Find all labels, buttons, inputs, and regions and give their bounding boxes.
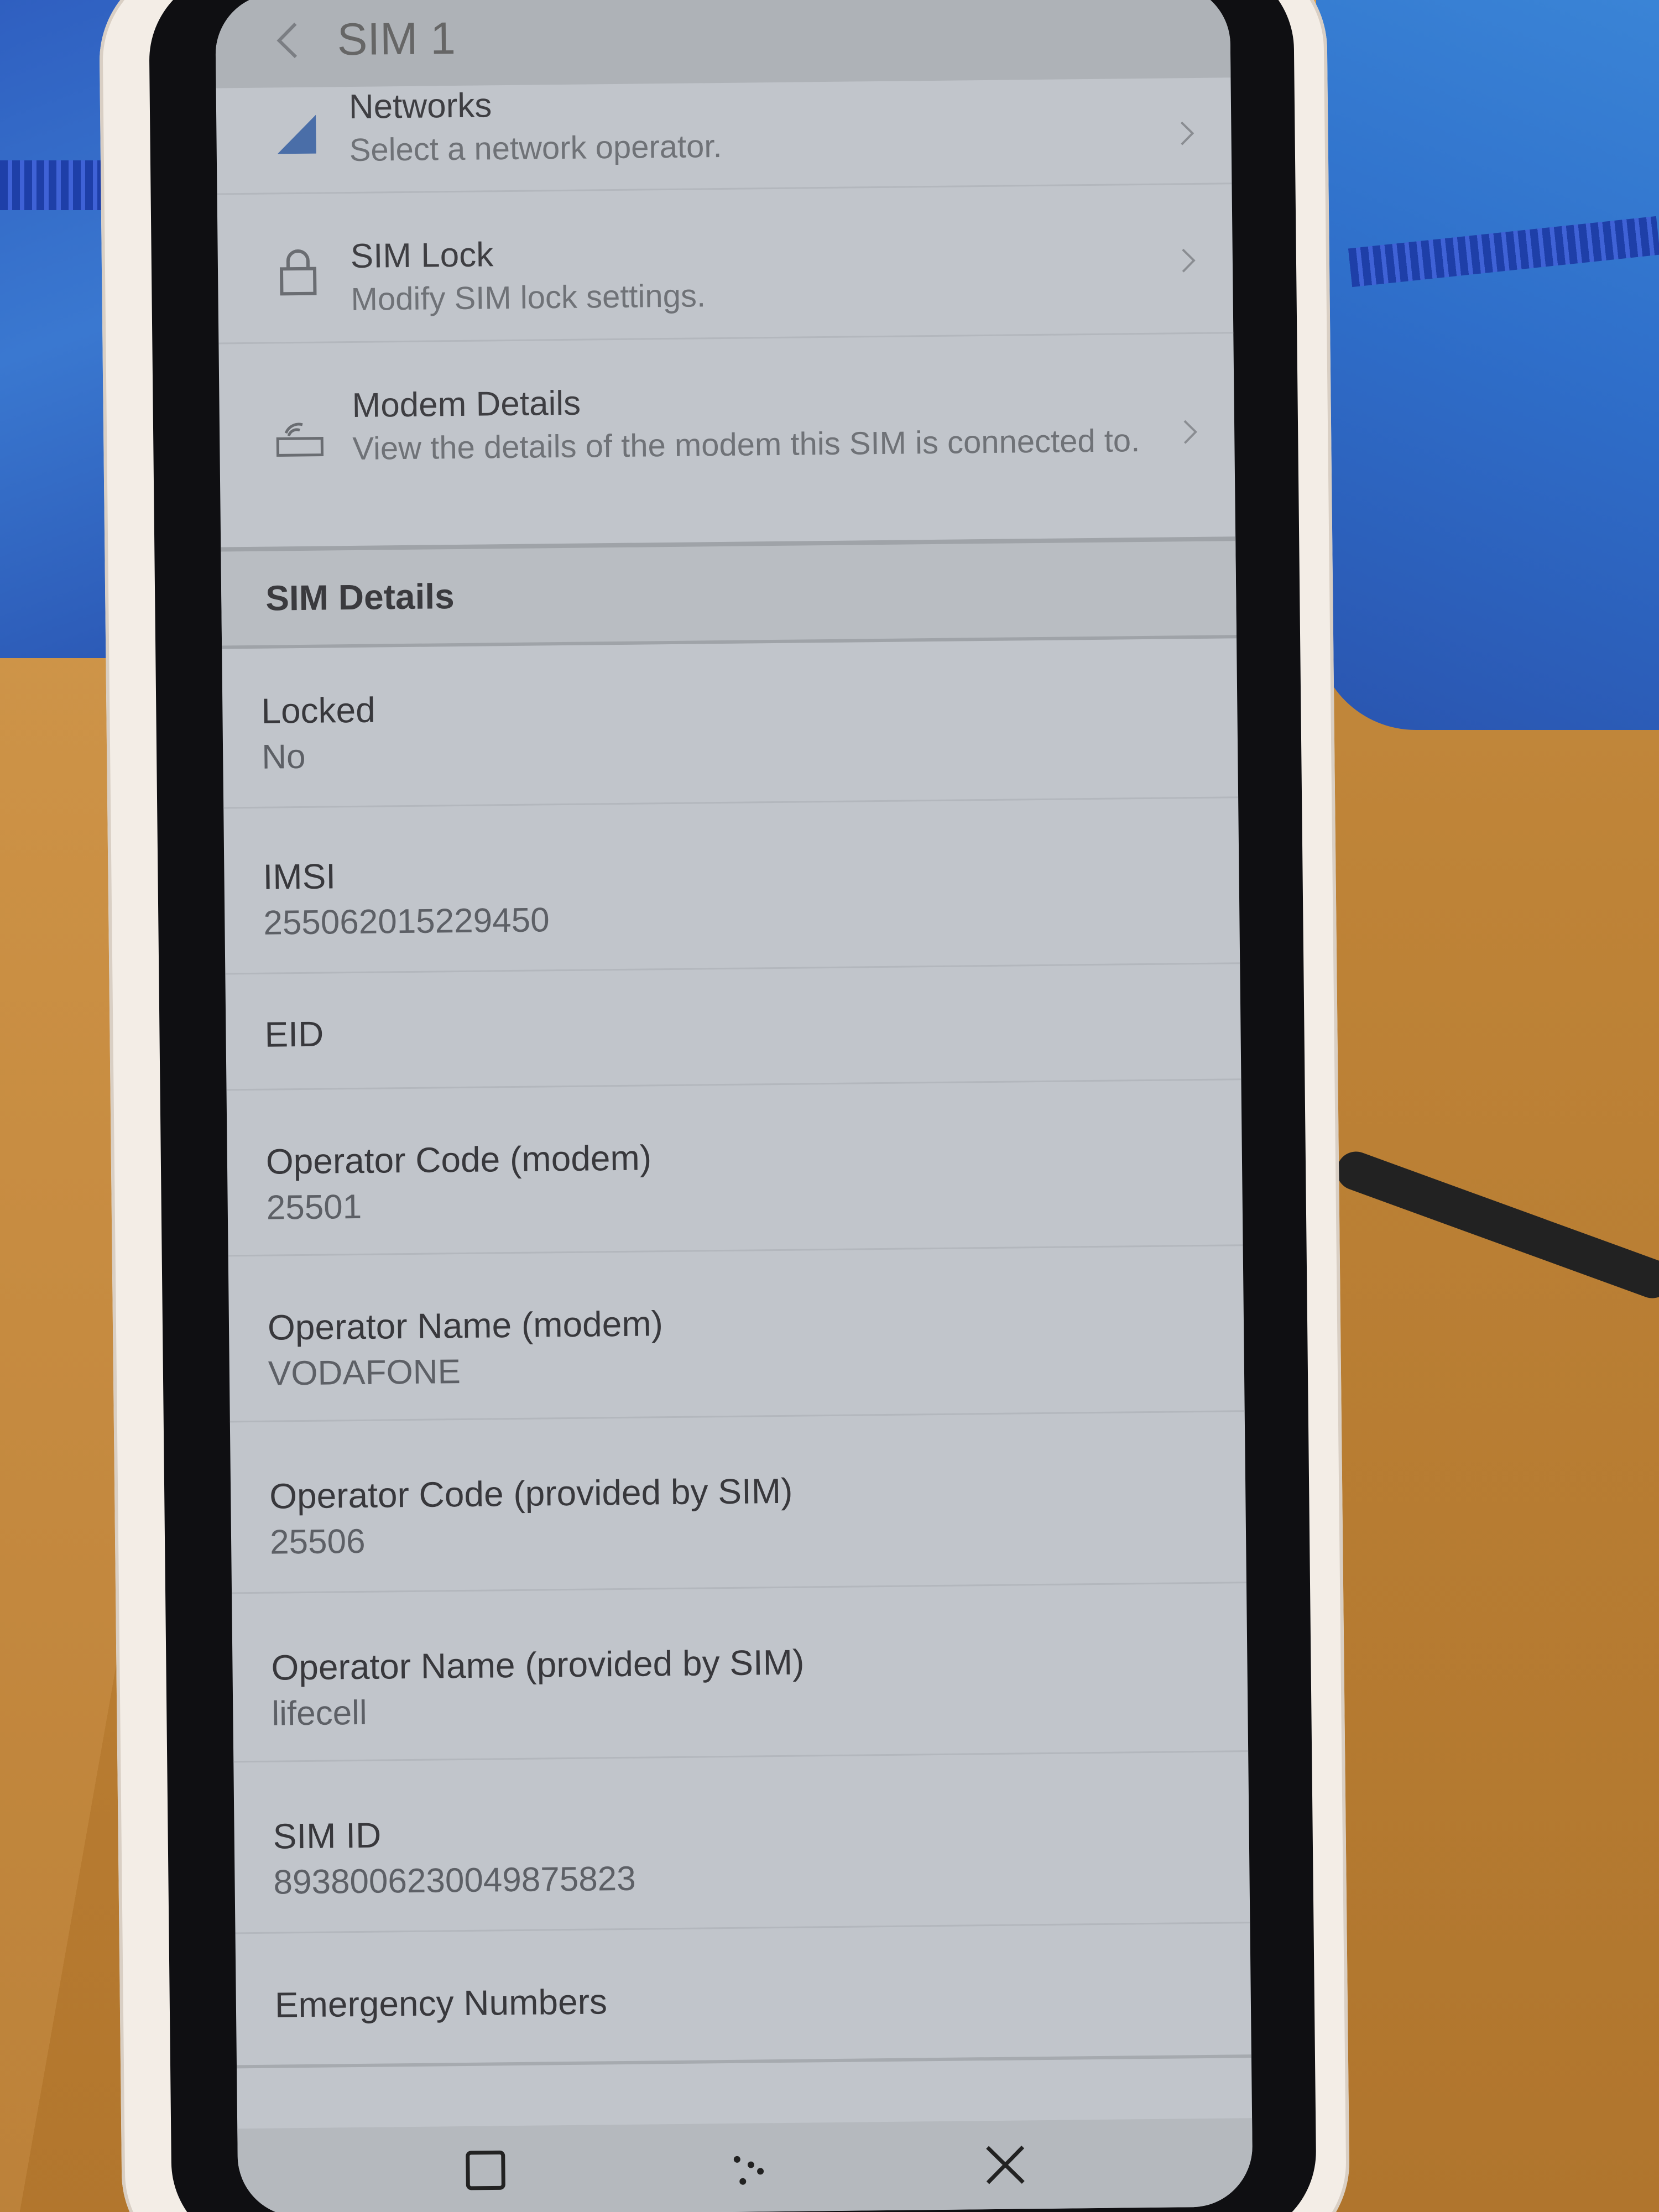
settings-row-networks[interactable]: Networks Select a network operator. xyxy=(216,77,1232,195)
detail-label: Operator Code (modem) xyxy=(265,1138,652,1182)
chevron-right-icon xyxy=(1166,238,1211,283)
page-title: SIM 1 xyxy=(337,13,456,65)
detail-value: 25501 xyxy=(266,1187,362,1227)
detail-row-emergency-numbers[interactable]: Emergency Numbers xyxy=(235,1922,1251,2069)
drag-handle-button[interactable] xyxy=(714,2137,776,2198)
detail-value: 25506 xyxy=(269,1522,366,1562)
pencil-case-right xyxy=(1316,0,1659,730)
close-button[interactable] xyxy=(974,2134,1036,2195)
top-bar: SIM 1 xyxy=(215,0,1231,88)
detail-row-operator-name-sim: Operator Name (provided by SIM) lifecell xyxy=(232,1582,1249,1763)
close-icon xyxy=(985,2146,1025,2184)
chevron-right-icon xyxy=(1165,111,1209,156)
modem-icon xyxy=(269,408,331,469)
phone: SIM 1 Networks Select a network operator… xyxy=(98,0,1350,2212)
detail-row-sim-id: SIM ID 8938006230049875823 xyxy=(233,1750,1250,1934)
detail-value: lifecell xyxy=(271,1693,368,1733)
detail-row-operator-code-modem: Operator Code (modem) 25501 xyxy=(226,1078,1243,1257)
settings-row-sim-lock[interactable]: SIM Lock Modify SIM lock settings. xyxy=(217,182,1234,345)
detail-value: No xyxy=(261,737,306,776)
overview-button[interactable] xyxy=(455,2140,516,2201)
detail-label: Locked xyxy=(260,690,376,731)
settings-row-sub: Modify SIM lock settings. xyxy=(351,278,706,318)
settings-row-sub: View the details of the modem this SIM i… xyxy=(352,422,1140,467)
detail-value: 8938006230049875823 xyxy=(273,1859,637,1902)
settings-row-modem-details[interactable]: Modem Details View the details of the mo… xyxy=(218,332,1235,547)
overview-icon xyxy=(465,2150,505,2190)
section-title: SIM Details xyxy=(265,576,455,618)
navigation-bar xyxy=(237,2118,1253,2212)
chevron-left-icon xyxy=(276,22,298,59)
signal-icon xyxy=(266,103,327,165)
detail-label: Emergency Numbers xyxy=(274,1981,608,2025)
detail-value: 255062015229450 xyxy=(263,901,550,942)
settings-row-sub: Select a network operator. xyxy=(349,128,722,169)
detail-row-eid: EID xyxy=(225,962,1241,1091)
zipper xyxy=(1348,216,1659,288)
lock-icon xyxy=(267,242,328,303)
detail-label: EID xyxy=(264,1014,324,1055)
detail-label: Operator Name (modem) xyxy=(267,1303,664,1348)
detail-label: Operator Name (provided by SIM) xyxy=(271,1642,805,1688)
phone-screen: SIM 1 Networks Select a network operator… xyxy=(215,0,1253,2212)
detail-label: Operator Code (provided by SIM) xyxy=(269,1470,793,1516)
detail-label: IMSI xyxy=(263,856,336,897)
back-button[interactable] xyxy=(254,7,321,74)
detail-row-operator-code-sim: Operator Code (provided by SIM) 25506 xyxy=(229,1410,1246,1594)
detail-row-locked: Locked No xyxy=(222,630,1239,809)
detail-label: SIM ID xyxy=(273,1815,382,1856)
chevron-right-icon xyxy=(1168,410,1213,455)
detail-row-operator-name-modem: Operator Name (modem) VODAFONE xyxy=(228,1244,1245,1423)
drag-handle-icon xyxy=(733,2156,764,2185)
detail-row-imsi: IMSI 255062015229450 xyxy=(223,796,1240,975)
phone-bezel: SIM 1 Networks Select a network operator… xyxy=(148,0,1317,2212)
detail-value: VODAFONE xyxy=(268,1353,461,1393)
